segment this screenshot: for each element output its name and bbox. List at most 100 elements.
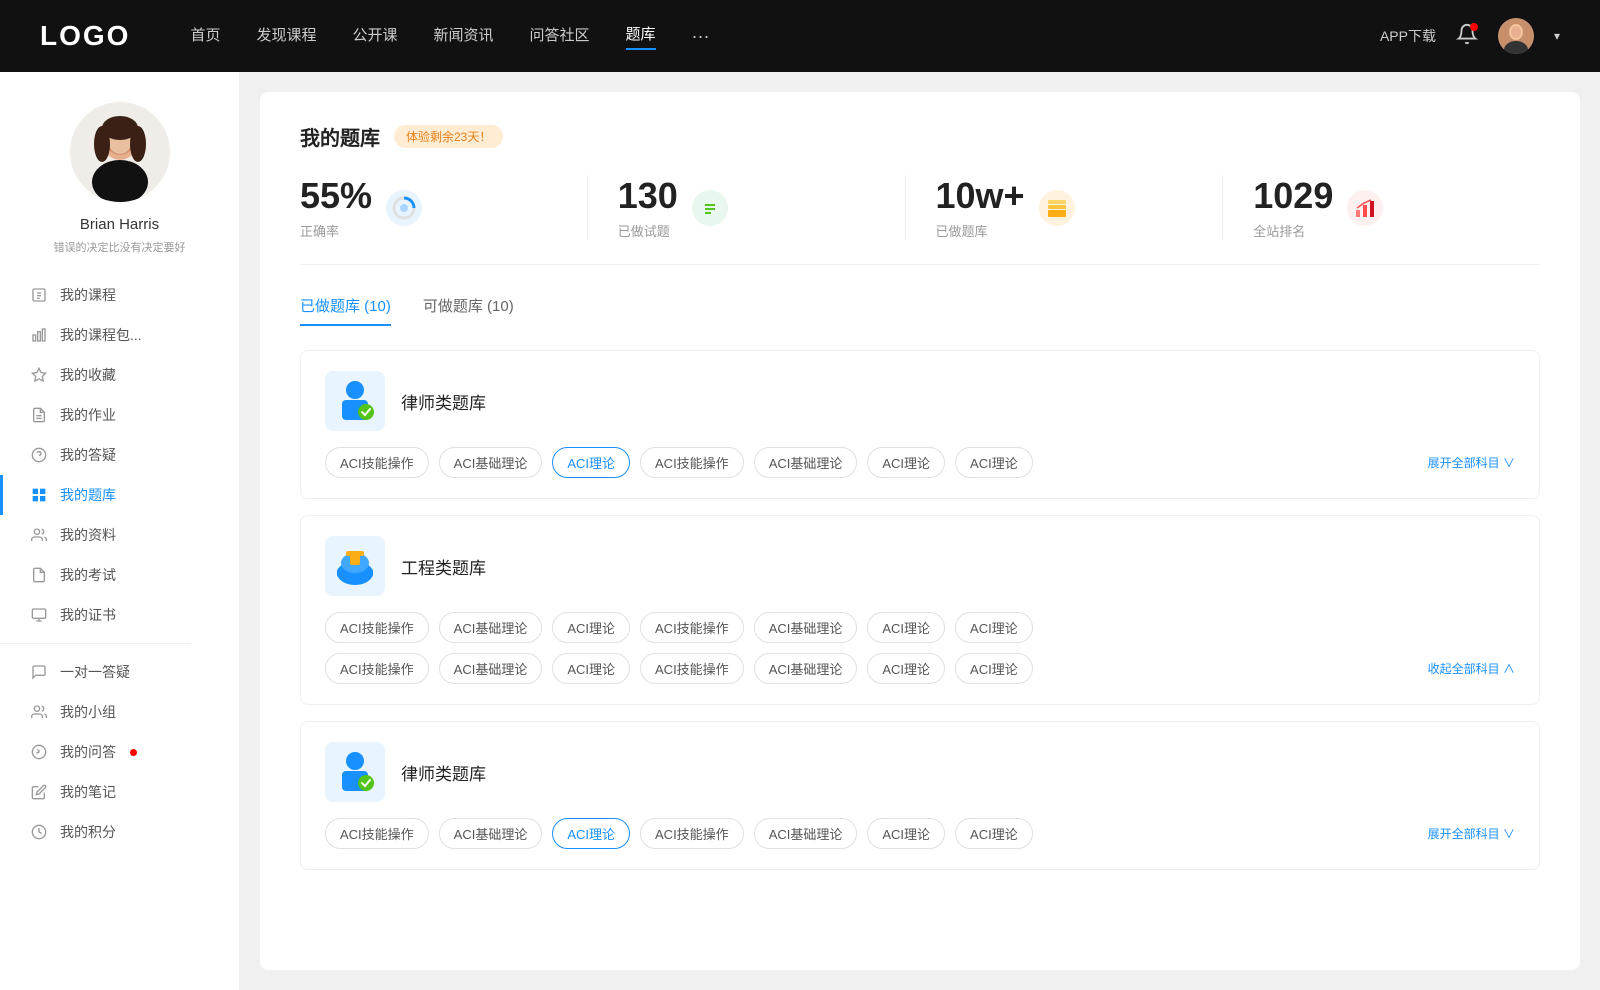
page-title: 我的题库 bbox=[300, 122, 380, 151]
category-lawyer-1: 律师类题库 ACI技能操作 ACI基础理论 ACI理论 ACI技能操作 ACI基… bbox=[300, 350, 1540, 499]
users-icon bbox=[30, 526, 48, 544]
nav-discover[interactable]: 发现课程 bbox=[256, 24, 316, 49]
stat-site-rank: 1029 全站排名 bbox=[1223, 175, 1540, 240]
category-engineer: 工程类题库 ACI技能操作 ACI基础理论 ACI理论 ACI技能操作 ACI基… bbox=[300, 515, 1540, 705]
logo[interactable]: LOGO bbox=[40, 20, 130, 52]
nav-open-course[interactable]: 公开课 bbox=[352, 24, 397, 49]
tag[interactable]: ACI基础理论 bbox=[754, 447, 858, 478]
expand-link-lawyer-1[interactable]: 展开全部科目 ∨ bbox=[1428, 454, 1515, 471]
sidebar-item-exam[interactable]: 我的考试 bbox=[0, 555, 239, 595]
tag[interactable]: ACI技能操作 bbox=[325, 612, 429, 643]
stat-value-questions-done: 130 bbox=[618, 175, 678, 217]
category-header-lawyer-2: 律师类题库 bbox=[325, 742, 1515, 802]
tag[interactable]: ACI理论 bbox=[867, 653, 945, 684]
tag[interactable]: ACI理论 bbox=[867, 818, 945, 849]
document-icon bbox=[30, 566, 48, 584]
tag[interactable]: ACI技能操作 bbox=[640, 818, 744, 849]
stat-value-banks-done: 10w+ bbox=[936, 175, 1025, 217]
tag[interactable]: ACI理论 bbox=[552, 612, 630, 643]
tag[interactable]: ACI理论 bbox=[955, 612, 1033, 643]
certificate-icon bbox=[30, 606, 48, 624]
sidebar-label-notes: 我的笔记 bbox=[60, 782, 116, 802]
tag[interactable]: ACI基础理论 bbox=[754, 612, 858, 643]
avatar-chevron[interactable]: ▾ bbox=[1554, 29, 1560, 43]
tab-done[interactable]: 已做题库 (10) bbox=[300, 295, 391, 326]
sidebar-label-myqa: 我的问答 bbox=[60, 742, 116, 762]
question-icon bbox=[30, 743, 48, 761]
collapse-link-engineer[interactable]: 收起全部科目 ∧ bbox=[1428, 660, 1515, 677]
sidebar-item-favorites[interactable]: 我的收藏 bbox=[0, 355, 239, 395]
sidebar-item-profile[interactable]: 我的资料 bbox=[0, 515, 239, 555]
grid-icon bbox=[30, 486, 48, 504]
stat-label-site-rank: 全站排名 bbox=[1253, 221, 1333, 240]
stat-icon-questions-done bbox=[692, 190, 728, 226]
sidebar-item-qa[interactable]: 我的答疑 bbox=[0, 435, 239, 475]
avatar[interactable] bbox=[1498, 18, 1534, 54]
stat-label-questions-done: 已做试题 bbox=[618, 221, 678, 240]
tag-active[interactable]: ACI理论 bbox=[552, 447, 630, 478]
sidebar-item-mycourse[interactable]: 我的课程 bbox=[0, 275, 239, 315]
tabs: 已做题库 (10) 可做题库 (10) bbox=[300, 295, 1540, 326]
sidebar-item-1on1[interactable]: 一对一答疑 bbox=[0, 652, 239, 692]
nav-qa[interactable]: 问答社区 bbox=[530, 24, 590, 49]
sidebar-item-group[interactable]: 我的小组 bbox=[0, 692, 239, 732]
tag[interactable]: ACI理论 bbox=[867, 612, 945, 643]
expand-link-lawyer-2[interactable]: 展开全部科目 ∨ bbox=[1428, 825, 1515, 842]
tag[interactable]: ACI技能操作 bbox=[325, 653, 429, 684]
stat-icon-correct-rate bbox=[386, 190, 422, 226]
tag[interactable]: ACI基础理论 bbox=[439, 612, 543, 643]
nav-quiz[interactable]: 题库 bbox=[626, 23, 656, 50]
sidebar-item-coursepack[interactable]: 我的课程包... bbox=[0, 315, 239, 355]
sidebar-avatar bbox=[70, 102, 170, 202]
nav-news[interactable]: 新闻资讯 bbox=[434, 24, 494, 49]
tags-row-lawyer-2: ACI技能操作 ACI基础理论 ACI理论 ACI技能操作 ACI基础理论 AC… bbox=[325, 818, 1515, 849]
category-header-lawyer-1: 律师类题库 bbox=[325, 371, 1515, 431]
sidebar-label-1on1: 一对一答疑 bbox=[60, 662, 130, 682]
sidebar-item-homework[interactable]: 我的作业 bbox=[0, 395, 239, 435]
sidebar-label-mycourse: 我的课程 bbox=[60, 285, 116, 305]
tag[interactable]: ACI基础理论 bbox=[439, 447, 543, 478]
tag[interactable]: ACI基础理论 bbox=[439, 818, 543, 849]
tag-active[interactable]: ACI理论 bbox=[552, 818, 630, 849]
sidebar-label-coursepack: 我的课程包... bbox=[60, 325, 142, 345]
tag[interactable]: ACI理论 bbox=[867, 447, 945, 478]
tag[interactable]: ACI技能操作 bbox=[325, 818, 429, 849]
tag[interactable]: ACI理论 bbox=[955, 818, 1033, 849]
category-name-engineer: 工程类题库 bbox=[401, 554, 486, 579]
notification-bell[interactable] bbox=[1456, 23, 1478, 50]
help-circle-icon bbox=[30, 446, 48, 464]
stat-label-banks-done: 已做题库 bbox=[936, 221, 1025, 240]
tag[interactable]: ACI理论 bbox=[955, 447, 1033, 478]
stat-icon-banks-done bbox=[1039, 190, 1075, 226]
sidebar-item-points[interactable]: 我的积分 bbox=[0, 812, 239, 852]
tag[interactable]: ACI基础理论 bbox=[754, 653, 858, 684]
tag[interactable]: ACI技能操作 bbox=[640, 653, 744, 684]
category-name-lawyer-1: 律师类题库 bbox=[401, 389, 486, 414]
sidebar: Brian Harris 错误的决定比没有决定要好 我的课程 我的课程包... bbox=[0, 72, 240, 990]
group-icon bbox=[30, 703, 48, 721]
tab-available[interactable]: 可做题库 (10) bbox=[423, 295, 514, 326]
tag[interactable]: ACI基础理论 bbox=[439, 653, 543, 684]
sidebar-item-questionbank[interactable]: 我的题库 bbox=[0, 475, 239, 515]
main-content: 我的题库 体验剩余23天！ 55% 正确率 bbox=[260, 92, 1580, 970]
nav-home[interactable]: 首页 bbox=[190, 24, 220, 49]
sidebar-item-myqa[interactable]: 我的问答 bbox=[0, 732, 239, 772]
app-download[interactable]: APP下载 bbox=[1380, 26, 1436, 46]
tag[interactable]: ACI技能操作 bbox=[325, 447, 429, 478]
tag[interactable]: ACI理论 bbox=[955, 653, 1033, 684]
stat-banks-done: 10w+ 已做题库 bbox=[906, 175, 1224, 240]
sidebar-label-certificate: 我的证书 bbox=[60, 605, 116, 625]
tag[interactable]: ACI理论 bbox=[552, 653, 630, 684]
sidebar-item-certificate[interactable]: 我的证书 bbox=[0, 595, 239, 635]
stat-value-site-rank: 1029 bbox=[1253, 175, 1333, 217]
tags-row-engineer-2: ACI技能操作 ACI基础理论 ACI理论 ACI技能操作 ACI基础理论 AC… bbox=[325, 653, 1515, 684]
main-nav: 首页 发现课程 公开课 新闻资讯 问答社区 题库 ··· bbox=[190, 23, 1380, 50]
category-lawyer-2: 律师类题库 ACI技能操作 ACI基础理论 ACI理论 ACI技能操作 ACI基… bbox=[300, 721, 1540, 870]
nav-more[interactable]: ··· bbox=[692, 26, 710, 47]
tag[interactable]: ACI基础理论 bbox=[754, 818, 858, 849]
tag[interactable]: ACI技能操作 bbox=[640, 612, 744, 643]
user-motto: 错误的决定比没有决定要好 bbox=[34, 239, 206, 255]
tag[interactable]: ACI技能操作 bbox=[640, 447, 744, 478]
category-icon-lawyer-2 bbox=[325, 742, 385, 802]
sidebar-item-notes[interactable]: 我的笔记 bbox=[0, 772, 239, 812]
